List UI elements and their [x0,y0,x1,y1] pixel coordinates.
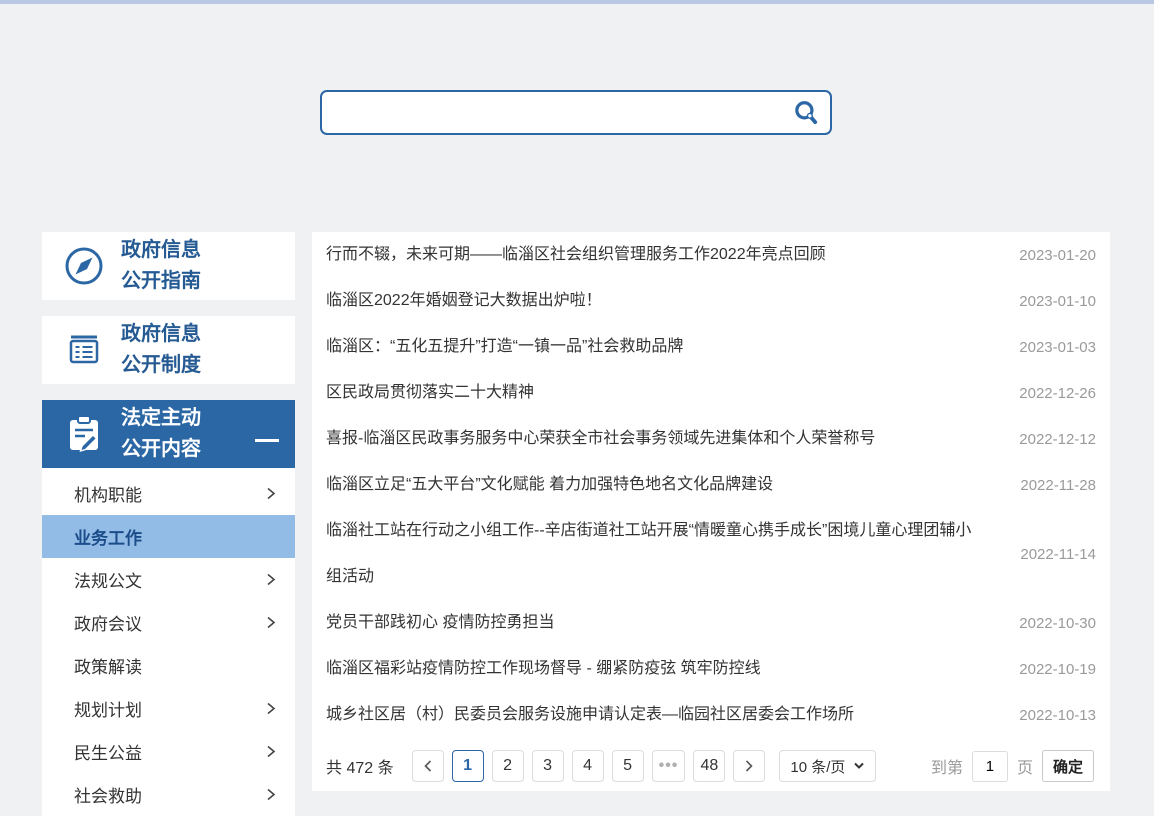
sidebar-submenu: 机构职能 业务工作 法规公文 政府会议 政策解读 规划计划 民生公益 社会救助 [42,468,295,816]
chevron-right-icon [267,745,276,758]
chevron-right-icon [267,788,276,801]
article-list-panel: 行而不辍，未来可期——临淄区社会组织管理服务工作2022年亮点回顾 2023-0… [312,232,1110,791]
sidebar-card-gov-info-guide[interactable]: 政府信息 公开指南 [42,232,295,300]
sidebar-menu-item[interactable]: 政策解读 [42,644,295,687]
article-date: 2022-11-28 [1020,476,1096,494]
clipboard-pen-icon [70,415,98,453]
sidebar-menu-item[interactable]: 法规公文 [42,558,295,601]
page-number-button[interactable]: 2 [491,750,524,782]
article-title[interactable]: 区民政局贯彻落实二十大精神 [326,370,1010,416]
page-number-button[interactable]: ••• [651,750,686,782]
article-row[interactable]: 临淄区立足“五大平台”文化赋能 着力加强特色地名文化品牌建设 2022-11-2… [326,462,1096,508]
page-size-value: 10 条/页 [790,758,846,776]
chevron-right-icon [267,616,276,629]
article-title[interactable]: 临淄区立足“五大平台”文化赋能 着力加强特色地名文化品牌建设 [326,462,1010,508]
article-title[interactable]: 临淄社工站在行动之小组工作--辛店街道社工站开展“情暖童心携手成长”困境儿童心理… [326,508,1010,600]
article-row[interactable]: 临淄区2022年婚姻登记大数据出炉啦！ 2023-01-10 [326,278,1096,324]
article-title[interactable]: 喜报-临淄区民政事务服务中心荣获全市社会事务领域先进集体和个人荣誉称号 [326,416,1010,462]
jump-prefix-label: 到第 [930,760,963,777]
article-title[interactable]: 党员干部践初心 疫情防控勇担当 [326,600,1010,646]
article-date: 2022-12-26 [1019,384,1096,402]
sidebar-menu-item[interactable]: 业务工作 [42,515,295,558]
search-button[interactable] [792,99,830,127]
article-title[interactable]: 行而不辍，未来可期——临淄区社会组织管理服务工作2022年亮点回顾 [326,232,1010,278]
top-accent-strip [0,0,1154,4]
article-row[interactable]: 区民政局贯彻落实二十大精神 2022-12-26 [326,370,1096,416]
chevron-right-icon [267,487,276,500]
article-date: 2022-10-19 [1019,660,1096,678]
sidebar-menu-item[interactable]: 民生公益 [42,730,295,773]
sidebar-menu-item-label: 政府会议 [74,615,142,634]
page-number-button[interactable]: 1 [451,750,484,782]
article-row[interactable]: 喜报-临淄区民政事务服务中心荣获全市社会事务领域先进集体和个人荣誉称号 2022… [326,416,1096,462]
page-number-button[interactable]: 5 [611,750,644,782]
sidebar-menu-item[interactable]: 机构职能 [42,472,295,515]
article-title[interactable]: 临淄区：“五化五提升”打造“一镇一品”社会救助品牌 [326,324,1010,370]
document-list-icon [69,335,99,364]
article-title[interactable]: 临淄区2022年婚姻登记大数据出炉啦！ [326,278,1010,324]
article-row[interactable]: 行而不辍，未来可期——临淄区社会组织管理服务工作2022年亮点回顾 2023-0… [326,232,1096,278]
sidebar-card-label: 政府信息 公开制度 [121,323,201,376]
sidebar-menu-item-label: 社会救助 [74,787,142,806]
page-number-button[interactable]: 4 [571,750,604,782]
chevron-right-icon [746,760,754,772]
sidebar-menu-item[interactable]: 规划计划 [42,687,295,730]
next-page-button[interactable] [733,750,766,782]
pagination-bar: 共 472 条 1 2 3 4 5 ••• 48 10 条/页 到第 1 页 确… [326,738,1096,782]
sidebar-menu-item-label: 业务工作 [74,529,142,548]
sidebar-menu-item[interactable]: 政府会议 [42,601,295,644]
sidebar-menu-item-label: 规划计划 [74,701,142,720]
sidebar-card-label: 政府信息 公开指南 [121,239,201,292]
article-date: 2022-11-14 [1020,545,1096,563]
page-size-select[interactable]: 10 条/页 [779,750,877,782]
article-row[interactable]: 临淄区福彩站疫情防控工作现场督导 - 绷紧防疫弦 筑牢防控线 2022-10-1… [326,646,1096,692]
compass-icon [65,247,103,285]
sidebar-menu-item-label: 政策解读 [74,658,142,677]
article-title[interactable]: 城乡社区居（村）民委员会服务设施申请认定表—临园社区居委会工作场所 [326,692,1010,738]
sidebar: 政府信息 公开指南 政府信息 公开制度 法定主动 公开内容 机构职能 业务工作 … [42,232,295,816]
article-date: 2022-10-13 [1019,706,1096,724]
chevron-right-icon [267,573,276,586]
confirm-button[interactable]: 确定 [1041,750,1094,782]
search-icon [795,100,818,124]
search-input[interactable] [322,92,792,133]
jump-page-input[interactable] [971,750,1008,782]
jump-suffix-label: 页 [1016,760,1033,777]
article-title[interactable]: 临淄区福彩站疫情防控工作现场督导 - 绷紧防疫弦 筑牢防控线 [326,646,1010,692]
chevron-right-icon [267,702,276,715]
sidebar-menu-item-label: 机构职能 [74,486,142,505]
search-bar [320,90,832,135]
article-date: 2023-01-20 [1019,246,1096,264]
chevron-left-icon [423,760,431,772]
collapse-minus-icon[interactable] [255,439,279,442]
article-row[interactable]: 临淄社工站在行动之小组工作--辛店街道社工站开展“情暖童心携手成长”困境儿童心理… [326,508,1096,600]
article-row[interactable]: 城乡社区居（村）民委员会服务设施申请认定表—临园社区居委会工作场所 2022-1… [326,692,1096,738]
total-count-label: 共 472 条 [326,760,394,777]
page-number-button[interactable]: 3 [531,750,564,782]
article-list: 行而不辍，未来可期——临淄区社会组织管理服务工作2022年亮点回顾 2023-0… [326,232,1096,738]
article-date: 2023-01-10 [1019,292,1096,310]
prev-page-button[interactable] [411,750,444,782]
sidebar-menu-item-label: 法规公文 [74,572,142,591]
article-date: 2022-12-12 [1019,430,1096,448]
sidebar-menu-item[interactable]: 社会救助 [42,773,295,816]
sidebar-card-gov-info-system[interactable]: 政府信息 公开制度 [42,316,295,384]
article-date: 2023-01-03 [1019,338,1096,356]
article-row[interactable]: 党员干部践初心 疫情防控勇担当 2022-10-30 [326,600,1096,646]
sidebar-card-statutory-disclosure[interactable]: 法定主动 公开内容 [42,400,295,468]
article-date: 2022-10-30 [1019,614,1096,632]
article-row[interactable]: 临淄区：“五化五提升”打造“一镇一品”社会救助品牌 2023-01-03 [326,324,1096,370]
page-jump-group: 到第 页 确定 [931,750,1094,782]
chevron-down-icon [854,762,865,769]
page-number-button[interactable]: 48 [693,750,726,782]
sidebar-menu-item-label: 民生公益 [74,744,142,763]
sidebar-card-label: 法定主动 公开内容 [121,407,201,460]
